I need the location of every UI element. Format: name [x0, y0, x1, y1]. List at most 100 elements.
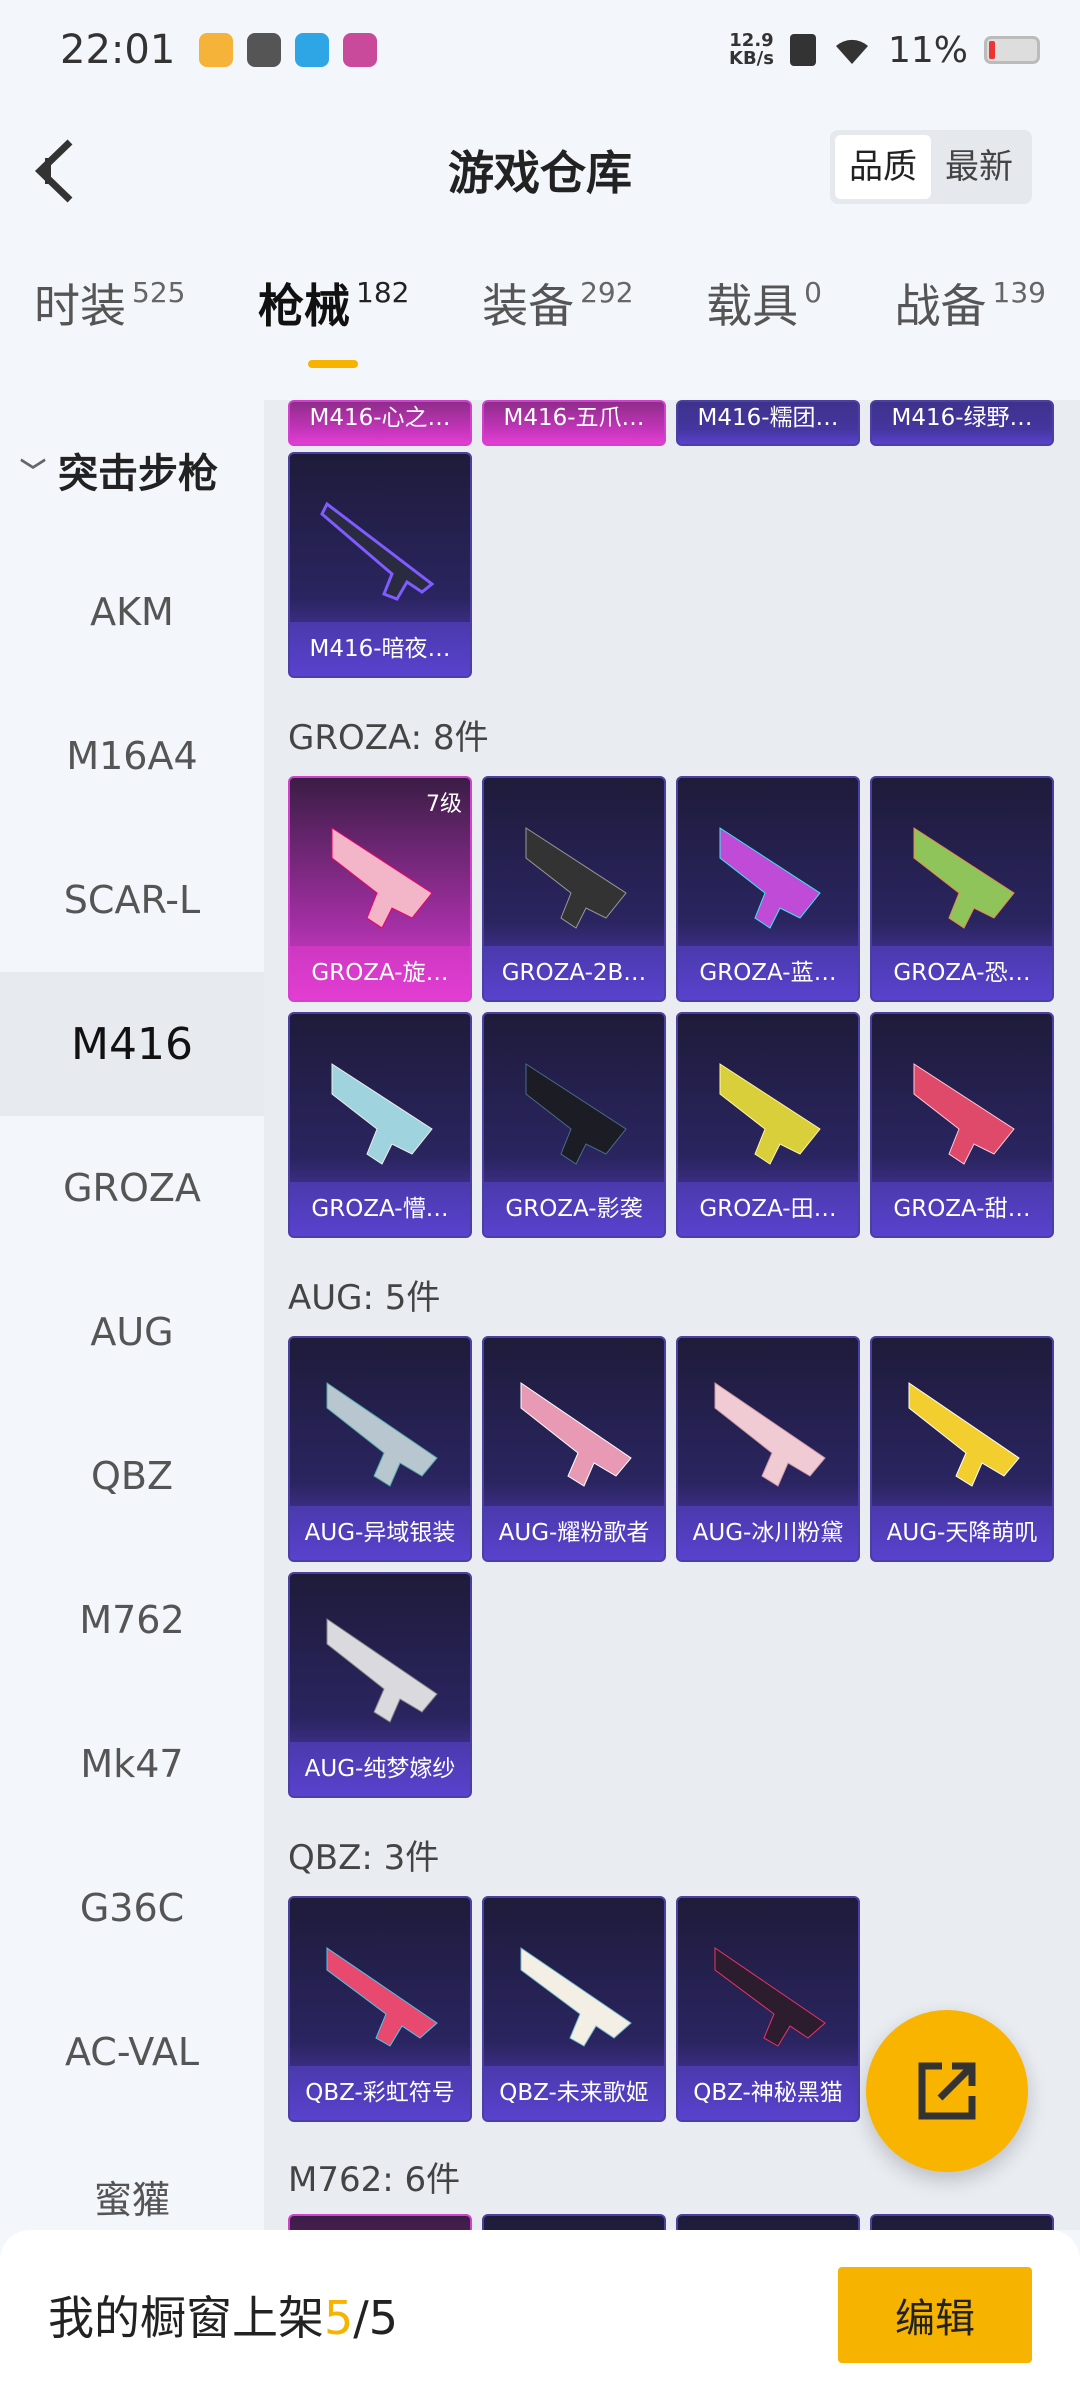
showcase-total: /5	[353, 2291, 399, 2345]
skin-name: M416-心之…	[290, 402, 470, 444]
skin-name: M416-暗夜…	[290, 622, 470, 676]
rifle-icon	[714, 1382, 826, 1487]
skin-card[interactable]: M416-五爪…	[482, 400, 666, 446]
skin-card[interactable]: GROZA-甜…	[870, 1012, 1054, 1238]
skin-card[interactable]: GROZA-恐…	[870, 776, 1054, 1002]
category-tabs: 时装 525 枪械 182 装备 292 载具 0 战备 139	[0, 270, 1080, 380]
skin-card[interactable]: AUG-异域银装	[288, 1336, 472, 1562]
skin-card[interactable]	[676, 2214, 860, 2230]
sim-icon	[789, 34, 816, 66]
active-tab-indicator	[308, 360, 359, 368]
sidebar-item-groza[interactable]: GROZA	[0, 1116, 264, 1260]
skin-card[interactable]	[482, 2214, 666, 2230]
rifle-icon	[520, 1947, 632, 2047]
chevron-down-icon: ﹀	[20, 457, 47, 488]
tab-equipment[interactable]: 装备 292	[482, 270, 633, 380]
sidebar-item-m416[interactable]: M416	[0, 972, 264, 1116]
skin-name: GROZA-甜…	[872, 1182, 1052, 1236]
network-speed: 12.9 KB/s	[729, 32, 774, 68]
rifle-icon	[913, 1063, 1015, 1165]
sidebar-item-honey-badger[interactable]: 蜜獾	[0, 2124, 264, 2230]
sidebar-item-scar-l[interactable]: SCAR-L	[0, 828, 264, 972]
sidebar-group-assault-rifles[interactable]: ﹀ 突击步枪	[0, 400, 264, 540]
skin-card[interactable]: M416-心之…	[288, 400, 472, 446]
skin-card[interactable]: AUG-天降萌叽	[870, 1336, 1054, 1562]
skin-card[interactable]: AUG-纯梦嫁纱	[288, 1572, 472, 1798]
tab-label: 载具	[706, 279, 799, 333]
tab-label: 时装	[34, 279, 126, 333]
sidebar-item-aug[interactable]: AUG	[0, 1260, 264, 1404]
skin-name: AUG-纯梦嫁纱	[290, 1742, 470, 1796]
skin-card[interactable]: GROZA-懵…	[288, 1012, 472, 1238]
share-button[interactable]	[866, 2010, 1028, 2172]
skin-card[interactable]: GROZA-2B…	[482, 776, 666, 1002]
tab-vehicles[interactable]: 载具 0	[706, 270, 822, 380]
clock: 22:01	[60, 27, 176, 73]
rifle-icon	[326, 1382, 438, 1487]
rifle-icon	[719, 827, 821, 929]
back-button[interactable]	[30, 136, 90, 206]
tab-label: 装备	[482, 279, 575, 333]
app-icon	[295, 33, 330, 67]
skin-card[interactable]	[870, 2214, 1054, 2230]
status-bar: 22:01 12.9 KB/s 11%	[0, 0, 1080, 100]
skin-card[interactable]: GROZA-影袭	[482, 1012, 666, 1238]
skin-name: M416-五爪…	[484, 402, 664, 444]
app-icon	[343, 33, 378, 67]
skin-card[interactable]: 7级 GROZA-旋…	[288, 776, 472, 1002]
rifle-icon	[714, 1947, 826, 2047]
tab-count: 182	[356, 276, 410, 309]
sidebar-item-m762[interactable]: M762	[0, 1548, 264, 1692]
tab-fashion[interactable]: 时装 525	[34, 270, 185, 380]
tab-label: 枪械	[258, 279, 351, 333]
skin-card[interactable]: GROZA-田…	[676, 1012, 860, 1238]
speed-unit: KB/s	[729, 48, 774, 69]
rifle-icon	[326, 1947, 438, 2047]
aug-row-1: AUG-异域银装 AUG-耀粉歌者 AUG-冰川粉黛 AUG-天降萌叽	[288, 1336, 1054, 1562]
rifle-icon	[719, 1063, 821, 1165]
rifle-icon	[520, 1382, 632, 1487]
tab-count: 139	[992, 276, 1046, 309]
sort-newest-button[interactable]: 最新	[931, 135, 1027, 199]
skin-name: AUG-异域银装	[290, 1506, 470, 1560]
showcase-status: 我的橱窗上架5/5	[48, 2282, 398, 2348]
skin-name: AUG-天降萌叽	[872, 1506, 1052, 1560]
sort-quality-button[interactable]: 品质	[835, 135, 931, 199]
skin-card[interactable]	[288, 2214, 472, 2230]
rifle-icon	[320, 501, 435, 601]
weapon-grid: M416-心之… M416-五爪… M416-糯团… M416-绿野… M416…	[264, 400, 1080, 2230]
skin-card[interactable]: AUG-耀粉歌者	[482, 1336, 666, 1562]
qbz-row: QBZ-彩虹符号 QBZ-未来歌姬 QBZ-神秘黑猫	[288, 1896, 860, 2122]
skin-name: AUG-冰川粉黛	[678, 1506, 858, 1560]
sidebar-item-akm[interactable]: AKM	[0, 540, 264, 684]
skin-card[interactable]: GROZA-蓝…	[676, 776, 860, 1002]
rifle-icon	[326, 1618, 438, 1723]
sidebar-item-g36c[interactable]: G36C	[0, 1836, 264, 1980]
sidebar-group-label: 突击步枪	[58, 451, 219, 497]
tab-supplies[interactable]: 战备 139	[895, 270, 1046, 380]
skin-card[interactable]: QBZ-未来歌姬	[482, 1896, 666, 2122]
page-title: 游戏仓库	[448, 146, 632, 200]
tab-count: 292	[580, 276, 634, 309]
skin-card[interactable]: M416-糯团…	[676, 400, 860, 446]
sidebar-item-qbz[interactable]: QBZ	[0, 1404, 264, 1548]
skin-name: GROZA-2B…	[484, 946, 664, 1000]
sidebar-item-ac-val[interactable]: AC-VAL	[0, 1980, 264, 2124]
skin-name: M416-绿野…	[872, 402, 1052, 444]
page-header: 游戏仓库 品质 最新	[0, 100, 1080, 240]
sidebar-item-mk47[interactable]: Mk47	[0, 1692, 264, 1836]
skin-card[interactable]: M416-绿野…	[870, 400, 1054, 446]
skin-name: QBZ-神秘黑猫	[678, 2066, 858, 2120]
edit-button[interactable]: 编辑	[838, 2267, 1032, 2363]
skin-card[interactable]: AUG-冰川粉黛	[676, 1336, 860, 1562]
rifle-icon	[525, 1063, 627, 1165]
sidebar-item-m16a4[interactable]: M16A4	[0, 684, 264, 828]
tab-firearms[interactable]: 枪械 182	[258, 270, 409, 380]
section-header-aug: AUG: 5件	[288, 1278, 441, 1318]
groza-row-1: 7级 GROZA-旋… GROZA-2B… GROZA-蓝… GROZA-恐…	[288, 776, 1054, 1002]
skin-card[interactable]: M416-暗夜…	[288, 452, 472, 678]
groza-row-2: GROZA-懵… GROZA-影袭 GROZA-田… GROZA-甜…	[288, 1012, 1054, 1238]
skin-card[interactable]: QBZ-神秘黑猫	[676, 1896, 860, 2122]
skin-card[interactable]: QBZ-彩虹符号	[288, 1896, 472, 2122]
section-header-m762: M762: 6件	[288, 2160, 461, 2200]
